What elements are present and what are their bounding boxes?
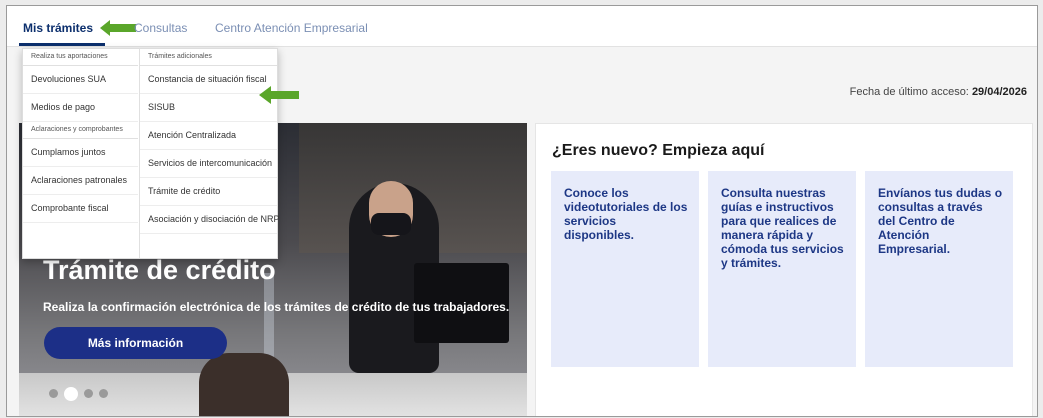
- tile-text: Consulta nuestras guías e instructivos p…: [721, 186, 844, 270]
- menu-item-tramite-credito[interactable]: Trámite de crédito: [140, 178, 277, 206]
- last-access: Fecha de último acceso: 29/04/2026: [850, 86, 1027, 98]
- carousel-dots: [49, 385, 114, 403]
- menu-item-atencion-centralizada[interactable]: Atención Centralizada: [140, 122, 277, 150]
- menu-item-devoluciones-sua[interactable]: Devoluciones SUA: [23, 66, 138, 94]
- dropdown-header: Aclaraciones y comprobantes: [23, 122, 138, 139]
- menu-item-asociacion-nrp[interactable]: Asociación y disociación de NRP: [140, 206, 280, 234]
- last-access-date: 29/04/2026: [971, 86, 1027, 98]
- hero-customer: [199, 353, 289, 416]
- dropdown-header: Realiza tus aportaciones: [23, 49, 138, 66]
- carousel-dot-active[interactable]: [64, 386, 78, 401]
- hero-subtitle: Realiza la confirmación electrónica de l…: [43, 300, 510, 314]
- menu-item-constancia-fiscal[interactable]: Constancia de situación fiscal: [140, 66, 277, 94]
- carousel-dot[interactable]: [99, 389, 108, 398]
- new-user-card: ¿Eres nuevo? Empieza aquí Conoce los vid…: [535, 123, 1033, 416]
- green-arrow-icon: [100, 20, 136, 36]
- top-nav: Mis trámites Consultas Centro Atención E…: [7, 6, 1037, 47]
- more-info-button[interactable]: Más información: [44, 327, 227, 359]
- tab-consultas[interactable]: Consultas: [134, 21, 187, 35]
- tile-dudas[interactable]: Envíanos tus dudas o consultas a través …: [865, 171, 1013, 367]
- tile-text: Envíanos tus dudas o consultas a través …: [878, 186, 1003, 256]
- last-access-label: Fecha de último acceso:: [849, 86, 969, 98]
- tile-guias[interactable]: Consulta nuestras guías e instructivos p…: [708, 171, 856, 367]
- app-frame: Mis trámites Consultas Centro Atención E…: [6, 5, 1038, 417]
- tab-mis-tramites[interactable]: Mis trámites: [23, 21, 93, 35]
- mis-tramites-dropdown: Realiza tus aportaciones Devoluciones SU…: [22, 48, 280, 259]
- carousel-dot[interactable]: [84, 389, 93, 398]
- menu-item-medios-pago[interactable]: Medios de pago: [23, 94, 138, 122]
- hero-mask: [371, 213, 411, 235]
- active-tab-indicator: [19, 43, 105, 46]
- menu-item-sisub[interactable]: SISUB: [140, 94, 277, 122]
- new-user-title: ¿Eres nuevo? Empieza aquí: [552, 142, 765, 159]
- menu-item-intercomunicacion[interactable]: Servicios de intercomunicación: [140, 150, 277, 178]
- dropdown-col-aportaciones: Realiza tus aportaciones Devoluciones SU…: [23, 49, 138, 223]
- tile-videotutoriales[interactable]: Conoce los videotutoriales de los servic…: [551, 171, 699, 367]
- tile-text: Conoce los videotutoriales de los servic…: [564, 186, 688, 242]
- hero-title: Trámite de crédito: [43, 255, 276, 285]
- tab-centro-atencion[interactable]: Centro Atención Empresarial: [215, 21, 368, 35]
- dropdown-col-adicionales: Trámites adicionales Constancia de situa…: [140, 49, 280, 234]
- menu-item-comprobante-fiscal[interactable]: Comprobante fiscal: [23, 195, 138, 223]
- dropdown-header: Trámites adicionales: [140, 49, 277, 66]
- menu-item-cumplamos-juntos[interactable]: Cumplamos juntos: [23, 139, 138, 167]
- green-arrow-icon: [259, 86, 299, 104]
- menu-item-aclaraciones-patronales[interactable]: Aclaraciones patronales: [23, 167, 138, 195]
- carousel-dot[interactable]: [49, 389, 58, 398]
